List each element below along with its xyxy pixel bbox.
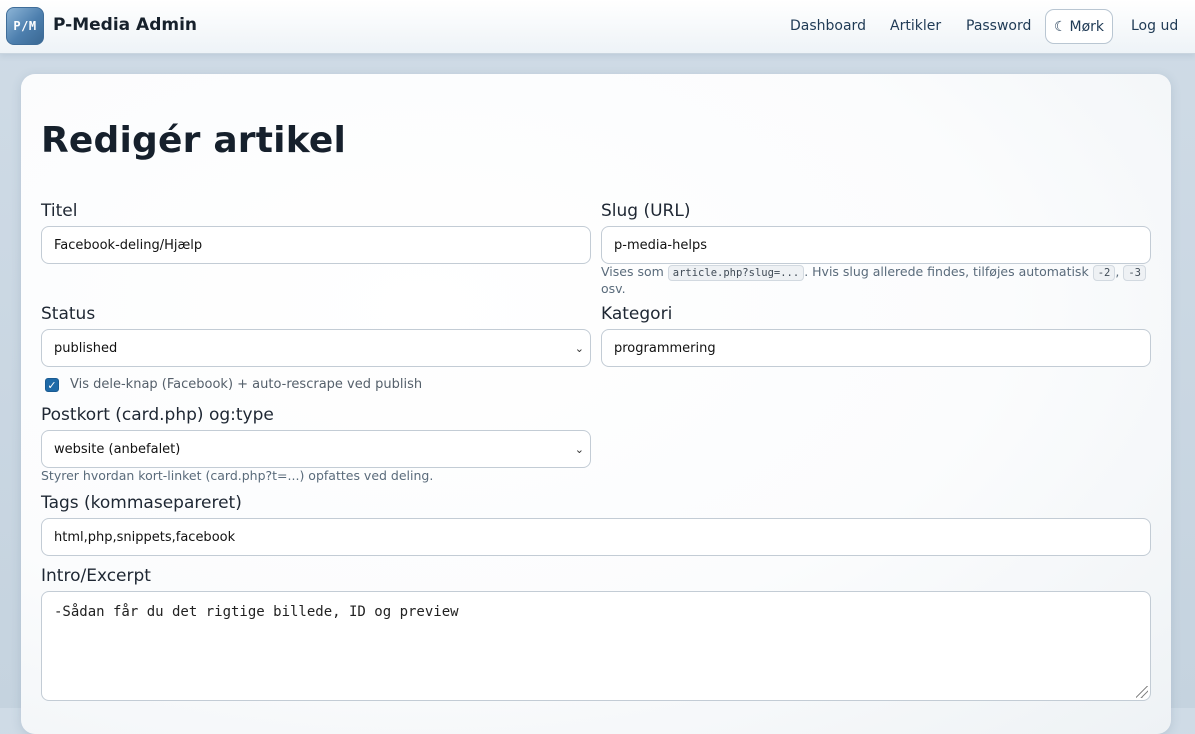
slug-help-code-suffix-2: -2 [1092,265,1116,281]
category-input[interactable]: programmering [601,329,1151,367]
check-icon: ✓ [47,378,57,392]
nav-artikler-link[interactable]: Artikler [890,18,941,34]
ogtype-select[interactable]: website (anbefalet) ⌄ [41,430,591,468]
theme-toggle-button[interactable]: ☾ Mørk [1045,9,1113,44]
ogtype-label: Postkort (card.php) og:type [41,405,274,425]
nav-logout-link[interactable]: Log ud [1131,18,1178,34]
slug-help-code-suffix-3: -3 [1123,265,1146,281]
tags-input[interactable]: html,php,snippets,facebook [41,518,1151,556]
category-input-value: programmering [614,340,716,356]
tags-label: Tags (kommasepareret) [41,493,242,513]
status-select[interactable]: published ⌄ [41,329,591,367]
slug-help-comma: , [1115,264,1120,279]
slug-input-value: p-media-helps [614,237,707,253]
chevron-down-icon: ⌄ [574,443,584,456]
title-input-value: Facebook-deling/Hjælp [54,237,203,253]
share-checkbox-label[interactable]: Vis dele-knap (Facebook) + auto-rescrape… [70,377,422,392]
intro-label: Intro/Excerpt [41,566,151,586]
ogtype-select-value: website (anbefalet) [54,441,181,457]
resize-handle-icon[interactable] [1136,686,1148,698]
theme-toggle-label: Mørk [1069,18,1105,35]
intro-textarea-value: -Sådan får du det rigtige billede, ID og… [54,604,459,620]
logo[interactable]: P/M [6,7,44,45]
status-select-value: published [54,340,118,356]
tags-input-value: html,php,snippets,facebook [54,529,236,545]
title-label: Titel [41,201,78,221]
brand-name[interactable]: P-Media Admin [53,15,197,35]
slug-help-middle: . Hvis slug allerede findes, tilføjes au… [804,264,1089,279]
slug-help-end: osv. [601,281,626,296]
chevron-down-icon: ⌄ [574,342,584,355]
share-button-checkbox[interactable]: ✓ [45,378,59,392]
title-input[interactable]: Facebook-deling/Hjælp [41,226,591,264]
nav-password-link[interactable]: Password [966,18,1031,34]
page-title: Redigér artikel [41,120,347,161]
moon-icon: ☾ [1053,18,1067,35]
slug-input[interactable]: p-media-helps [601,226,1151,264]
ogtype-help-text: Styrer hvordan kort-linket (card.php?t=.… [41,468,434,483]
slug-help-prefix: Vises som [601,264,664,279]
slug-help-text: Vises som article.php?slug=.... Hvis slu… [601,264,1151,296]
intro-textarea[interactable]: -Sådan får du det rigtige billede, ID og… [41,591,1151,701]
status-label: Status [41,304,96,324]
slug-label: Slug (URL) [601,201,691,221]
top-bar: P/M P-Media Admin Dashboard Artikler Pas… [0,0,1195,54]
slug-help-code-example: article.php?slug=... [667,265,805,281]
nav-dashboard-link[interactable]: Dashboard [790,18,866,34]
category-label: Kategori [601,304,673,324]
